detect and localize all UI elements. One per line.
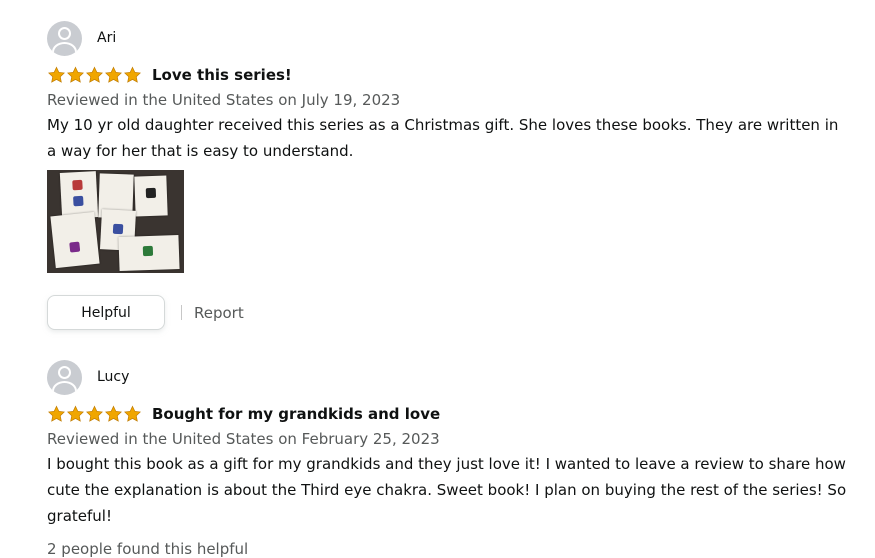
helpful-button[interactable]: Helpful [47,295,165,330]
review-date: Reviewed in the United States on July 19… [47,91,401,109]
star-icon [86,66,103,83]
review-body: My 10 yr old daughter received this seri… [47,116,839,160]
reviewer-profile[interactable]: Lucy [47,359,847,395]
review-title[interactable]: Love this series! [152,66,292,84]
review-1: Ari Love this series! Reviewed in the Un… [47,20,847,330]
reviewer-name[interactable]: Lucy [97,369,129,385]
helpful-count: 2 people found this helpful [47,540,249,558]
review-body: I bought this book as a gift for my gran… [47,455,847,525]
action-separator [181,305,182,320]
report-link[interactable]: Report [194,304,244,322]
star-icon [67,66,84,83]
star-rating[interactable] [47,66,142,84]
star-rating[interactable] [47,405,142,423]
star-icon [105,66,122,83]
star-icon [124,66,141,83]
star-icon [48,66,65,83]
star-icon [48,405,65,422]
star-icon [105,405,122,422]
review-photo[interactable] [47,170,184,273]
review-date: Reviewed in the United States on Februar… [47,430,440,448]
star-icon [124,405,141,422]
star-icon [67,405,84,422]
reviewer-profile[interactable]: Ari [47,20,847,56]
review-2: Lucy Bought for my grandkids and love Re… [47,359,847,558]
default-profile-icon [47,20,82,56]
reviewer-name[interactable]: Ari [97,30,116,46]
star-icon [86,405,103,422]
default-profile-icon [47,359,82,395]
review-title[interactable]: Bought for my grandkids and love [152,405,440,423]
